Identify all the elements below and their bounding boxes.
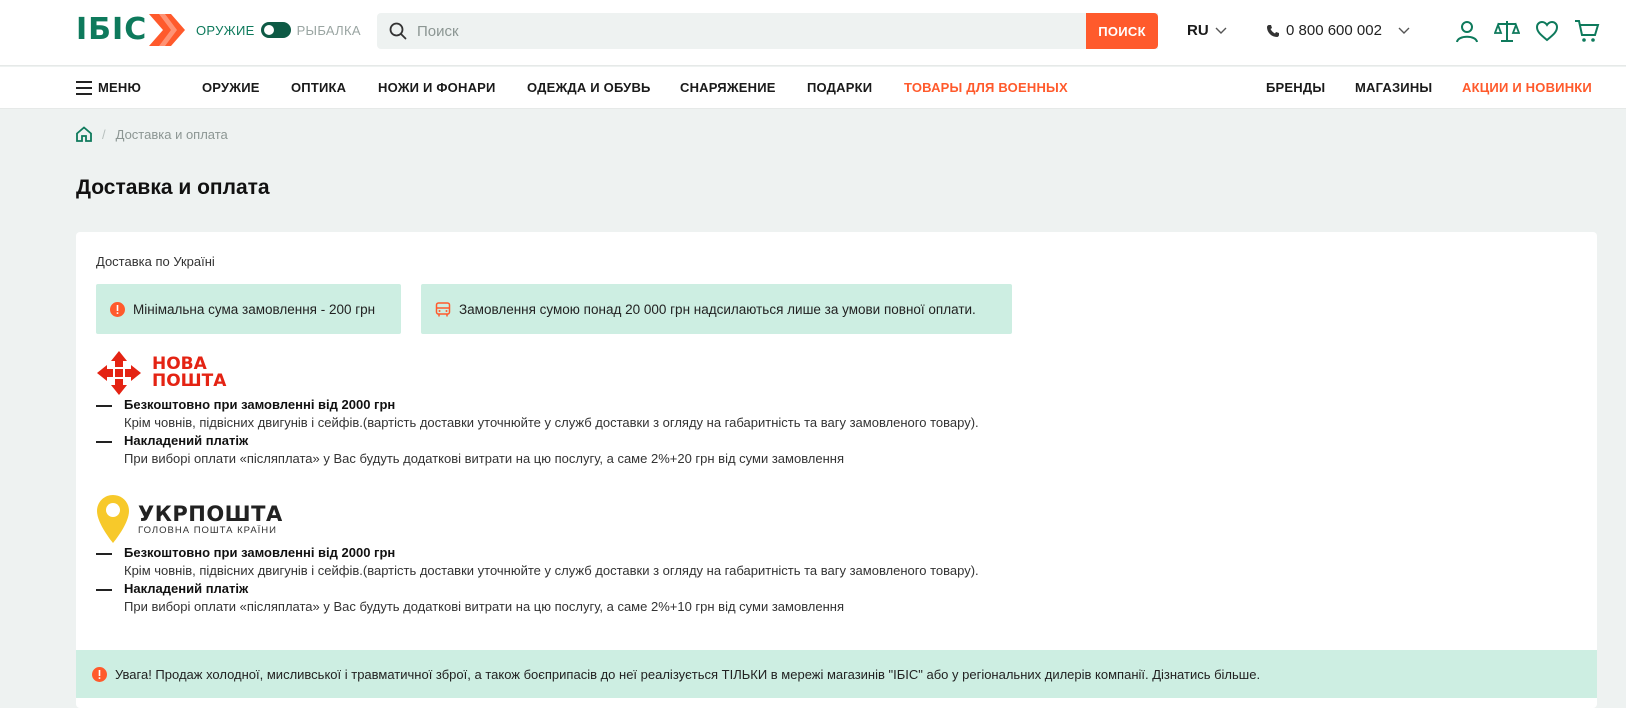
feature-title: Безкоштовно при замовленні від 2000 грн: [124, 397, 396, 412]
nav-item-optics[interactable]: ОПТИКА: [291, 80, 346, 95]
nav-item-equipment[interactable]: СНАРЯЖЕНИЕ: [680, 80, 776, 95]
site-logo[interactable]: ІБІС: [76, 12, 187, 48]
min-order-text: Мінімальна сума замовлення - 200 грн: [133, 301, 376, 317]
menu-label: МЕНЮ: [98, 80, 142, 95]
up-feature-free: Безкоштовно при замовленні від 2000 грн …: [96, 544, 1196, 580]
phone-icon: [1267, 24, 1279, 37]
nova-poshta-logo: НОВА ПОШТА: [96, 350, 226, 396]
logo-text: ІБІС: [76, 12, 148, 47]
menu-button[interactable]: МЕНЮ: [76, 80, 141, 95]
nav-item-promotions[interactable]: АКЦИИ И НОВИНКИ: [1462, 80, 1592, 95]
compare-scales-icon[interactable]: [1494, 18, 1520, 44]
nav-item-stores[interactable]: МАГАЗИНЫ: [1355, 80, 1432, 95]
top-header: ІБІС ОРУЖИЕ РЫБАЛКА ПОИСК RU 0 800 600 0…: [0, 0, 1626, 66]
bus-icon: [435, 301, 451, 317]
feature-title: Накладений платіж: [124, 581, 249, 596]
ukrposhta-pin-icon: [97, 495, 129, 543]
ukrposhta-logo: УКРПОШТА ГОЛОВНА ПОШТА КРАЇНИ: [96, 494, 283, 544]
feature-title: Накладений платіж: [124, 433, 249, 448]
heart-icon[interactable]: [1534, 18, 1560, 44]
search-input[interactable]: [417, 22, 1017, 40]
phone-number: 0 800 600 002: [1286, 22, 1382, 39]
feature-desc: При виборі оплати «післяплата» у Вас буд…: [124, 451, 845, 466]
cart-icon[interactable]: [1574, 18, 1600, 44]
logo-arrow-icon: [149, 14, 186, 46]
switch-fishing-label[interactable]: РЫБАЛКА: [297, 23, 361, 38]
nav-item-knives-lights[interactable]: НОЖИ И ФОНАРИ: [378, 80, 496, 95]
feature-desc: Крім човнів, підвісних двигунів і сейфів…: [124, 415, 979, 430]
weapons-sale-warning[interactable]: Увага! Продаж холодної, мисливської і тр…: [76, 650, 1597, 698]
up-feature-cod: Накладений платіж При виборі оплати «піс…: [96, 580, 1196, 616]
nav-item-weapons[interactable]: ОРУЖИЕ: [202, 80, 260, 95]
phone-selector[interactable]: 0 800 600 002: [1266, 22, 1410, 39]
nav-item-gifts[interactable]: ПОДАРКИ: [807, 80, 872, 95]
full-payment-text: Замовлення сумою понад 20 000 грн надсил…: [459, 301, 976, 317]
chevron-down-icon: [1398, 27, 1410, 34]
catalog-toggle[interactable]: [260, 22, 291, 38]
nova-poshta-emblem-icon: [97, 351, 141, 395]
hamburger-icon: [76, 80, 92, 95]
section-label: Доставка по Україні: [96, 254, 215, 269]
dash-bullet: [96, 405, 112, 407]
warning-text: Увага! Продаж холодної, мисливської і тр…: [115, 666, 1261, 682]
nav-item-clothing[interactable]: ОДЕЖДА И ОБУВЬ: [527, 80, 651, 95]
feature-title: Безкоштовно при замовленні від 2000 грн: [124, 545, 396, 560]
search-bar: [377, 13, 1158, 49]
ukrposhta-subtitle: ГОЛОВНА ПОШТА КРАЇНИ: [138, 524, 277, 536]
breadcrumb-current: Доставка и оплата: [115, 126, 228, 142]
ukrposhta-wordmark: УКРПОШТА ГОЛОВНА ПОШТА КРАЇНИ: [138, 503, 283, 536]
breadcrumb-separator: /: [102, 126, 106, 142]
dash-bullet: [96, 589, 112, 591]
catalog-switcher[interactable]: ОРУЖИЕ РЫБАЛКА: [196, 22, 361, 38]
language-selector[interactable]: RU: [1187, 22, 1227, 39]
nova-poshta-wordmark: НОВА ПОШТА: [152, 356, 226, 390]
min-order-note: Мінімальна сума замовлення - 200 грн: [96, 284, 401, 334]
feature-desc: Крім човнів, підвісних двигунів і сейфів…: [124, 563, 979, 578]
switch-weapons-label[interactable]: ОРУЖИЕ: [196, 23, 255, 38]
breadcrumb: / Доставка и оплата: [76, 126, 228, 142]
search-button[interactable]: ПОИСК: [1086, 13, 1158, 49]
alert-icon: [92, 666, 107, 682]
np-feature-cod: Накладений платіж При виборі оплати «піс…: [96, 432, 1196, 468]
chevron-down-icon: [1215, 27, 1227, 34]
dash-bullet: [96, 553, 112, 555]
ukrposhta-title: УКРПОШТА: [138, 501, 283, 526]
full-payment-note: Замовлення сумою понад 20 000 грн надсил…: [421, 284, 1012, 334]
nova-poshta-line2: ПОШТА: [152, 371, 227, 391]
delivery-card: Доставка по Україні Мінімальна сума замо…: [76, 232, 1597, 708]
search-icon: [389, 22, 407, 40]
main-navigation: МЕНЮ ОРУЖИЕ ОПТИКА НОЖИ И ФОНАРИ ОДЕЖДА …: [0, 67, 1626, 109]
nav-item-brands[interactable]: БРЕНДЫ: [1266, 80, 1325, 95]
home-icon[interactable]: [76, 126, 92, 142]
alert-icon: [110, 301, 125, 317]
language-label: RU: [1187, 22, 1209, 39]
page-title: Доставка и оплата: [76, 176, 270, 199]
np-feature-free: Безкоштовно при замовленні від 2000 грн …: [96, 396, 1196, 432]
user-icon[interactable]: [1454, 18, 1480, 44]
feature-desc: При виборі оплати «післяплата» у Вас буд…: [124, 599, 845, 614]
nav-item-military[interactable]: ТОВАРЫ ДЛЯ ВОЕННЫХ: [904, 80, 1068, 95]
dash-bullet: [96, 441, 112, 443]
header-actions: [1454, 18, 1600, 44]
